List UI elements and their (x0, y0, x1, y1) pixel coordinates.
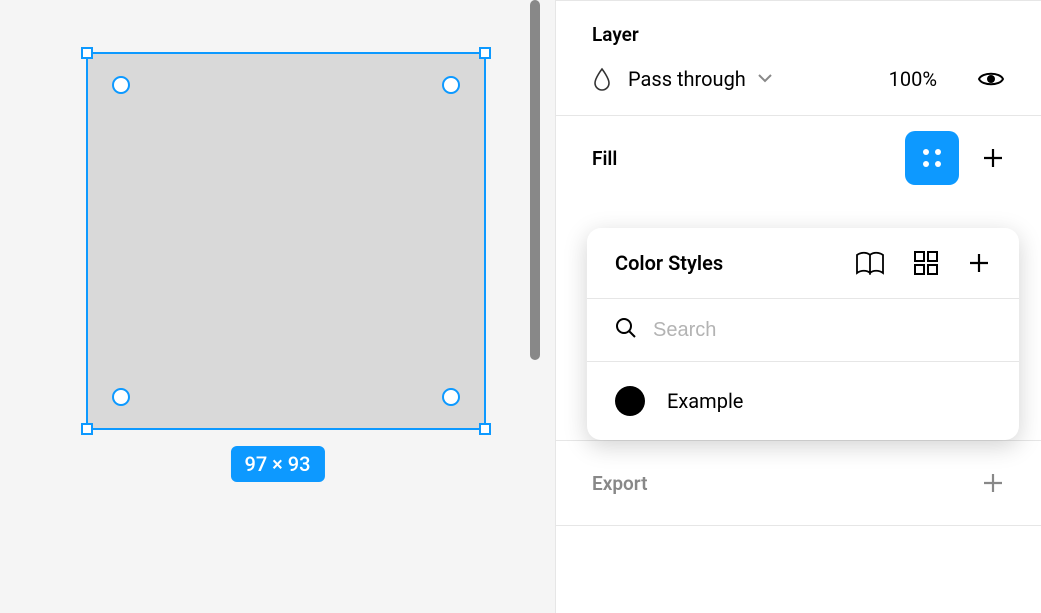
color-style-name: Example (667, 389, 743, 413)
layer-section-title: Layer (592, 23, 639, 46)
vertical-scrollbar[interactable] (530, 0, 540, 360)
styles-icon (921, 147, 943, 169)
color-styles-popover: Color Styles Example (587, 228, 1019, 440)
create-style-button[interactable] (967, 251, 991, 275)
blend-mode-dropdown[interactable]: Pass through (628, 67, 873, 91)
resize-handle-bottom-left[interactable] (81, 423, 93, 435)
grid-view-icon[interactable] (913, 250, 939, 276)
add-fill-button[interactable] (981, 146, 1005, 170)
apply-styles-button[interactable] (905, 131, 959, 185)
export-section-title: Export (592, 472, 647, 495)
layer-section: Layer Pass through 100% (556, 0, 1041, 116)
corner-radius-handle-bottom-right[interactable] (442, 388, 460, 406)
blend-mode-icon[interactable] (592, 67, 612, 91)
resize-handle-top-right[interactable] (479, 47, 491, 59)
library-icon[interactable] (855, 251, 885, 275)
color-style-item[interactable]: Example (587, 370, 1019, 432)
resize-handle-top-left[interactable] (81, 47, 93, 59)
color-styles-search-row (587, 298, 1019, 361)
corner-radius-handle-bottom-left[interactable] (112, 388, 130, 406)
color-swatch (615, 386, 645, 416)
selection-size-badge: 97 × 93 (230, 446, 324, 482)
chevron-down-icon (758, 74, 772, 84)
corner-radius-handle-top-left[interactable] (112, 76, 130, 94)
opacity-value[interactable]: 100% (889, 67, 937, 91)
fill-section-title: Fill (592, 147, 617, 170)
color-styles-search-input[interactable] (653, 319, 991, 342)
resize-handle-bottom-right[interactable] (479, 423, 491, 435)
blend-mode-value: Pass through (628, 67, 746, 91)
selected-frame[interactable] (86, 52, 486, 430)
color-styles-list: Example (587, 361, 1019, 440)
canvas[interactable]: 97 × 93 (0, 0, 555, 613)
color-styles-title: Color Styles (615, 251, 723, 275)
add-export-button[interactable] (981, 471, 1005, 495)
search-icon (615, 317, 637, 343)
export-section: Export (556, 441, 1041, 526)
visibility-toggle[interactable] (977, 69, 1005, 89)
corner-radius-handle-top-right[interactable] (442, 76, 460, 94)
